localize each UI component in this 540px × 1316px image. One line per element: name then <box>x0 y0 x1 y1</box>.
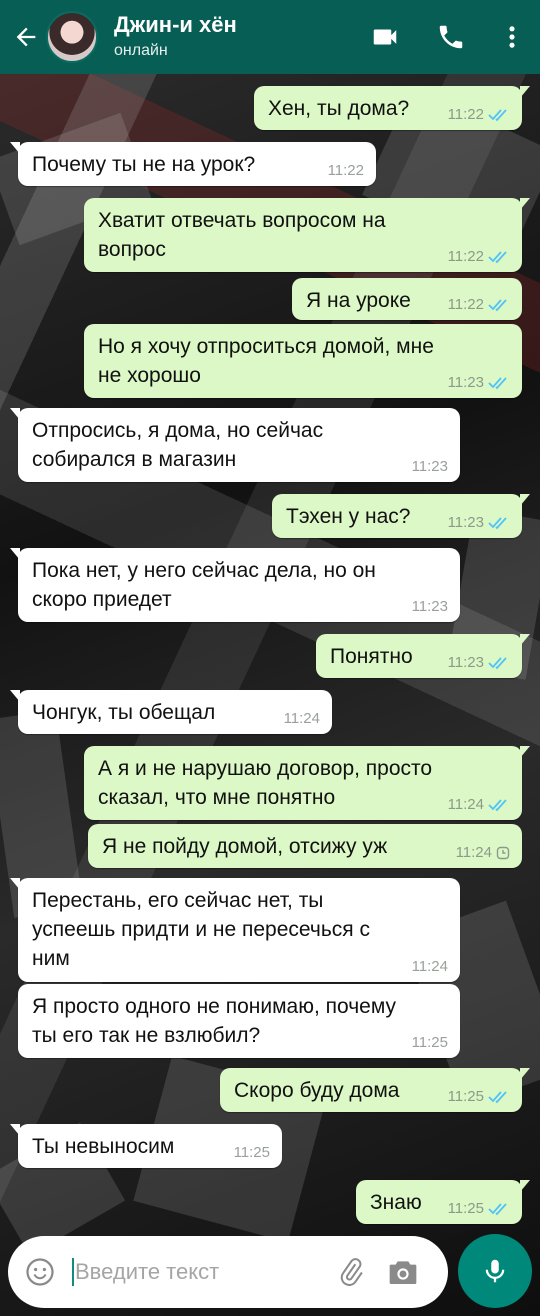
contact-name: Джин-и хён <box>114 12 237 37</box>
message-time: 11:23 <box>411 458 448 475</box>
voice-message-button[interactable] <box>458 1234 532 1308</box>
double-check-icon <box>488 1203 507 1216</box>
message-text: Перестань, его сейчас нет, ты успеешь пр… <box>32 889 370 970</box>
double-check-icon <box>488 517 507 530</box>
message-text: Но я хочу отпроситься домой, мне не хоро… <box>98 335 434 387</box>
arrow-left-icon <box>16 27 36 47</box>
message-meta: 11:24 <box>448 796 510 814</box>
message-text: Отпросись, я дома, но сейчас собирался в… <box>32 419 324 471</box>
message-time: 11:23 <box>447 654 484 671</box>
message-incoming[interactable]: Почему ты не на урок? 11:22 <box>10 142 376 186</box>
message-outgoing[interactable]: Я не пойду домой, отсижу уж 11:24 <box>88 824 522 868</box>
avatar[interactable] <box>46 11 98 63</box>
message-meta: 11:23 <box>412 458 448 476</box>
message-incoming[interactable]: Пока нет, у него сейчас дела, но он скор… <box>10 548 460 622</box>
emoji-button[interactable] <box>8 1236 72 1308</box>
message-time: 11:23 <box>447 514 484 531</box>
message-outgoing[interactable]: А я и не нарушаю договор, просто сказал,… <box>84 746 530 820</box>
message-text: Я просто одного не понимаю, почему ты ег… <box>32 995 396 1047</box>
message-outgoing[interactable]: Я на уроке 11:22 <box>292 278 522 320</box>
message-time: 11:22 <box>327 162 364 179</box>
double-check-icon <box>488 109 507 122</box>
message-meta: 11:25 <box>412 1034 448 1052</box>
double-check-icon <box>488 377 507 390</box>
message-outgoing[interactable]: Хен, ты дома? 11:22 <box>254 86 530 130</box>
message-outgoing[interactable]: Знаю 11:25 <box>356 1180 530 1224</box>
message-time: 11:25 <box>447 1200 484 1217</box>
menu-button[interactable] <box>484 0 540 74</box>
contact-info[interactable]: Джин-и хён онлайн <box>114 12 352 62</box>
message-text: Чонгук, ты обещал <box>32 701 216 724</box>
message-text: Пока нет, у него сейчас дела, но он скор… <box>32 559 376 611</box>
message-time: 11:25 <box>233 1144 270 1161</box>
message-meta: 11:24 <box>456 844 510 862</box>
contact-status: онлайн <box>114 42 168 59</box>
message-time: 11:24 <box>283 710 320 727</box>
message-incoming[interactable]: Перестань, его сейчас нет, ты успеешь пр… <box>10 878 460 982</box>
message-time: 11:23 <box>447 374 484 391</box>
message-time: 11:22 <box>447 248 484 265</box>
video-camera-icon <box>373 29 397 45</box>
message-incoming[interactable]: Ты невыносим 11:25 <box>10 1124 282 1168</box>
microphone-icon <box>485 1259 505 1283</box>
message-meta: 11:25 <box>448 1200 510 1218</box>
double-check-icon <box>488 799 507 812</box>
compose-bar <box>8 1236 448 1308</box>
message-time: 11:22 <box>447 296 484 313</box>
message-meta: 11:23 <box>448 654 510 672</box>
message-meta: 11:25 <box>234 1144 270 1162</box>
double-check-icon <box>488 299 507 312</box>
message-meta: 11:24 <box>412 958 448 976</box>
message-meta: 11:22 <box>448 296 510 314</box>
text-caret <box>72 1258 74 1286</box>
message-outgoing[interactable]: Тэхен у нас? 11:23 <box>272 494 530 538</box>
message-meta: 11:24 <box>284 710 320 728</box>
message-meta: 11:22 <box>328 162 364 180</box>
message-meta: 11:23 <box>448 514 510 532</box>
message-meta: 11:23 <box>448 374 510 392</box>
more-vert-icon <box>509 26 515 48</box>
attach-button[interactable] <box>325 1236 377 1308</box>
message-incoming[interactable]: Я просто одного не понимаю, почему ты ег… <box>18 984 460 1058</box>
camera-icon <box>389 1261 417 1284</box>
double-check-icon <box>488 657 507 670</box>
message-text: Хватит отвечать вопросом на вопрос <box>98 209 386 261</box>
message-time: 11:25 <box>447 1088 484 1105</box>
clock-icon <box>496 846 510 860</box>
message-time: 11:24 <box>447 796 484 813</box>
message-time: 11:24 <box>455 844 492 861</box>
message-meta: 11:25 <box>448 1088 510 1106</box>
double-check-icon <box>488 251 507 264</box>
message-meta: 11:22 <box>448 248 510 266</box>
message-outgoing[interactable]: Скоро буду дома 11:25 <box>220 1068 530 1112</box>
message-input[interactable] <box>75 1259 325 1285</box>
message-outgoing[interactable]: Понятно 11:23 <box>316 634 530 678</box>
message-time: 11:23 <box>411 598 448 615</box>
message-time: 11:25 <box>411 1034 448 1051</box>
message-incoming[interactable]: Отпросись, я дома, но сейчас собирался в… <box>10 408 460 482</box>
video-call-button[interactable] <box>352 0 418 74</box>
message-outgoing[interactable]: Но я хочу отпроситься домой, мне не хоро… <box>84 324 522 398</box>
message-incoming[interactable]: Чонгук, ты обещал 11:24 <box>10 690 332 734</box>
double-check-icon <box>488 1091 507 1104</box>
chat-header: Джин-и хён онлайн <box>0 0 540 74</box>
phone-icon <box>439 25 463 49</box>
message-time: 11:22 <box>447 106 484 123</box>
message-outgoing[interactable]: Хватит отвечать вопросом на вопрос 11:22 <box>84 198 530 272</box>
message-time: 11:24 <box>411 958 448 975</box>
paperclip-icon <box>340 1258 363 1286</box>
voice-call-button[interactable] <box>418 0 484 74</box>
message-text: А я и не нарушаю договор, просто сказал,… <box>98 757 433 809</box>
back-button[interactable] <box>6 0 46 74</box>
message-text: Почему ты не на урок? <box>32 153 256 176</box>
emoji-icon <box>26 1258 54 1286</box>
message-text: Я не пойду домой, отсижу уж <box>102 835 388 858</box>
message-meta: 11:23 <box>412 598 448 616</box>
message-meta: 11:22 <box>448 106 510 124</box>
camera-button[interactable] <box>377 1236 429 1308</box>
